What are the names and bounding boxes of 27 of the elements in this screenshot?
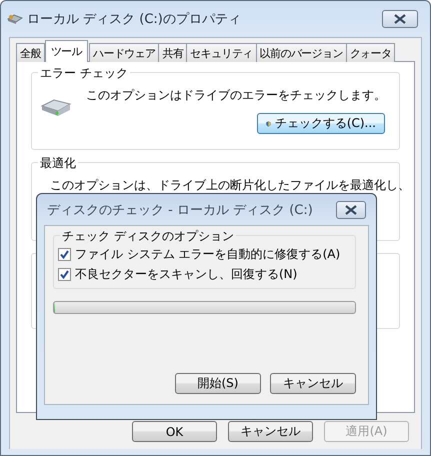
- tab[interactable]: クォータ: [346, 43, 396, 62]
- check-button[interactable]: チェックする(C)...: [257, 113, 385, 134]
- checkbox[interactable]: [58, 268, 71, 281]
- dialog-button[interactable]: 開始(S): [175, 373, 261, 394]
- tab[interactable]: 以前のバージョン: [256, 43, 347, 62]
- tab[interactable]: ツール: [44, 40, 88, 62]
- group-title: チェック ディスクのオプション: [60, 228, 236, 245]
- description-text: このオプションはドライブのエラーをチェックします。: [86, 87, 386, 104]
- tab[interactable]: セキュリティ: [186, 43, 257, 62]
- checkbox-label: 不良セクターをスキャンし、回復する(N): [75, 266, 298, 283]
- tab[interactable]: 全般: [16, 43, 45, 62]
- tab[interactable]: 共有: [158, 43, 188, 62]
- group-title: エラー チェック: [38, 65, 130, 82]
- close-icon: [394, 14, 406, 24]
- checkbox[interactable]: [58, 248, 71, 261]
- dialog-button[interactable]: キャンセル: [228, 421, 313, 442]
- dialog-button[interactable]: OK: [132, 421, 217, 442]
- close-icon: [345, 204, 357, 214]
- dialog-title: ディスクのチェック - ローカル ディスク (C:): [47, 202, 314, 218]
- close-button[interactable]: [382, 10, 418, 28]
- checkbox-label: ファイル システム エラーを自動的に修復する(A): [75, 246, 340, 263]
- dialog-button[interactable]: キャンセル: [270, 373, 356, 394]
- close-button[interactable]: [336, 200, 366, 218]
- tab[interactable]: ハードウェア: [89, 43, 160, 62]
- window-title: ローカル ディスク (C:)のプロパティ: [27, 11, 242, 28]
- drive-icon: [40, 97, 72, 117]
- description-text: このオプションは、ドライブ上の断片化したファイルを最適化し、: [50, 177, 410, 194]
